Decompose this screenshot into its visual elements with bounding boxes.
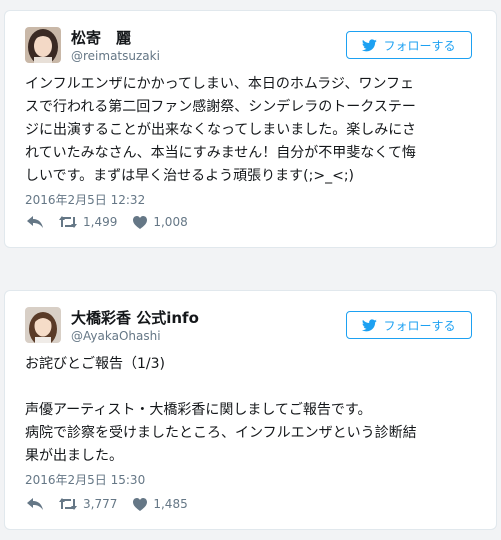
avatar[interactable] [25,307,61,343]
reply-icon [27,497,43,511]
retweet-icon [59,215,77,229]
like-button[interactable]: 1,008 [133,215,188,229]
tweet-card: 大橋彩香 公式info @AyakaOhashi フォローする お詫びとご報告（… [4,290,497,530]
tweet-text-line: しいです。まずは早く治せるよう頑張ります(;>_<;) [25,168,354,184]
follow-label: フォローする [383,318,456,333]
follow-button[interactable]: フォローする [346,311,472,339]
like-count: 1,008 [153,215,188,229]
display-name[interactable]: 松寄 麗 [71,27,131,48]
tweet-timestamp[interactable]: 2016年2月5日 15:30 [25,471,145,488]
tweet-text: お詫びとご報告（1/3) 声優アーティスト・大橋彩香に関しましてご報告です。 病… [25,353,481,468]
retweet-count: 3,777 [83,497,118,511]
retweet-button[interactable]: 3,777 [59,497,117,511]
retweet-icon [59,497,77,511]
like-button[interactable]: 1,485 [133,497,188,511]
tweet-actions: 1,499 1,008 [27,215,188,229]
avatar[interactable] [25,27,61,63]
like-count: 1,485 [153,497,188,511]
display-name[interactable]: 大橋彩香 公式info [71,307,199,328]
tweet-card: 松寄 麗 @reimatsuzaki フォローする インフルエンザにかかってしま… [4,10,497,248]
reply-icon [27,215,43,229]
reply-button[interactable] [27,215,43,229]
tweet-text-line: お詫びとご報告（1/3) [25,356,165,372]
tweet-text: インフルエンザにかかってしまい、本日のホムラジ、ワンフェ スで行われる第二回ファ… [25,73,481,188]
follow-label: フォローする [383,38,456,53]
tweet-timestamp[interactable]: 2016年2月5日 12:32 [25,191,145,208]
tweet-text-line: インフルエンザにかかってしまい、本日のホムラジ、ワンフェ [25,76,415,92]
follow-button[interactable]: フォローする [346,31,472,59]
tweet-text-line: 声優アーティスト・大橋彩香に関しましてご報告です。 [25,402,372,418]
retweet-button[interactable]: 1,499 [59,215,117,229]
heart-icon [133,215,148,229]
twitter-bird-icon [362,318,378,332]
tweet-actions: 3,777 1,485 [27,497,188,511]
tweet-text-line: 果が出ました。 [25,448,123,464]
retweet-count: 1,499 [83,215,118,229]
tweet-text-line: れていたみなさん、本当にすみません！自分が不甲斐なくて悔 [25,145,416,161]
reply-button[interactable] [27,497,43,511]
twitter-bird-icon [362,38,378,52]
tweet-text-line: スで行われる第二回ファン感謝祭、シンデレラのトークステー [25,99,416,115]
user-handle[interactable]: @reimatsuzaki [71,49,160,63]
heart-icon [133,497,148,511]
tweet-text-line: 病院で診察を受けましたところ、インフルエンザという診断結 [25,425,417,441]
tweet-text-line: ジに出演することが出来なくなってしまいました。楽しみにさ [25,122,417,138]
user-handle[interactable]: @AyakaOhashi [71,329,161,343]
